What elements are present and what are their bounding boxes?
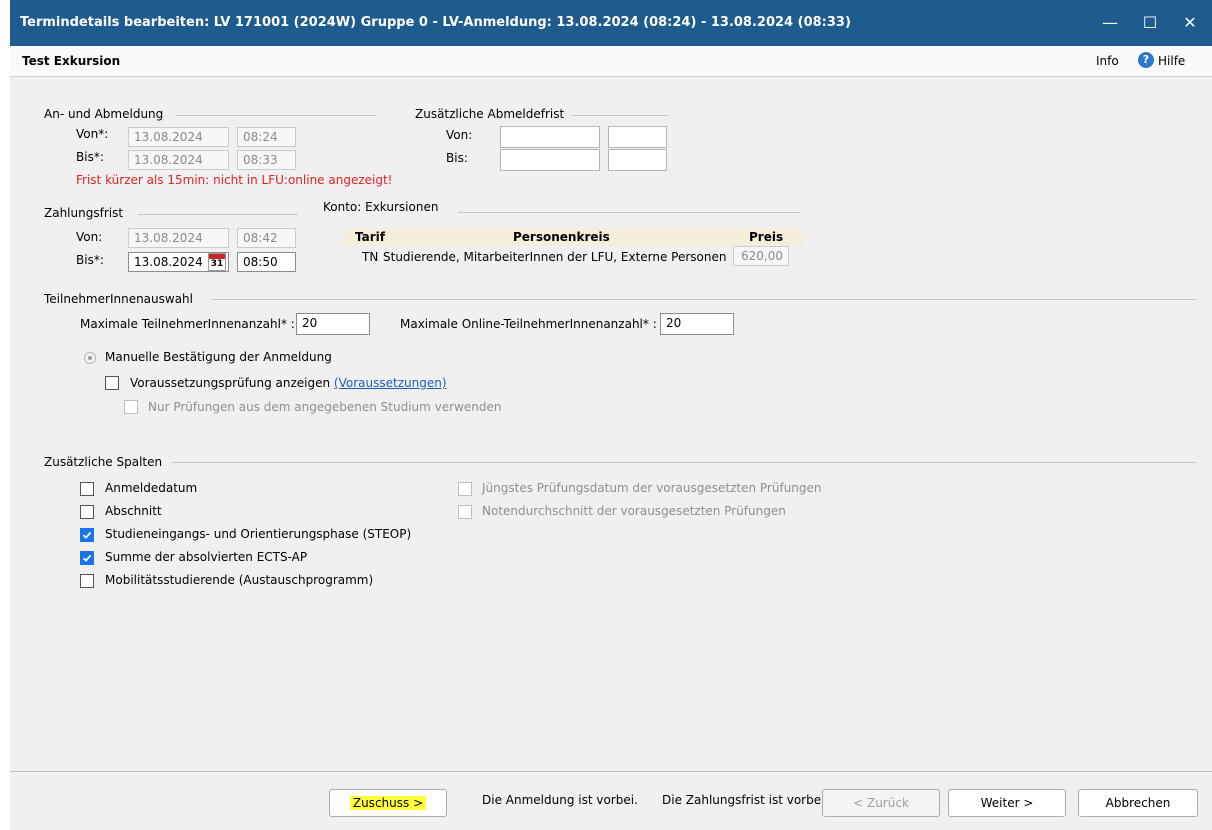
notendurchschnitt-label: Notendurchschnitt der vorausgesetzten Pr… [482, 504, 786, 518]
abmeldefrist-bis-date[interactable] [500, 149, 600, 171]
anmeldedatum-checkbox[interactable] [80, 482, 94, 496]
notendurchschnitt-checkbox[interactable] [458, 505, 472, 519]
zuschuss-button-label: Zuschuss > [349, 796, 427, 810]
konto-group-line [458, 212, 800, 213]
vorauss-label: Voraussetzungsprüfung anzeigen (Vorausse… [130, 376, 447, 390]
abmeldefrist-von-date[interactable] [500, 126, 600, 148]
steop-label: Studieneingangs- und Orientierungsphase … [105, 527, 412, 541]
nur-pruefungen-checkbox[interactable] [124, 400, 138, 414]
anmeldung-bis-label: Bis*: [76, 150, 104, 164]
anmeldung-group-line [176, 115, 376, 116]
anmeldung-bis-time[interactable]: 08:33 [237, 150, 296, 170]
personenkreis-col-header: Personenkreis [513, 230, 610, 244]
preis-col-header: Preis [749, 230, 784, 244]
manual-confirmation-radio[interactable] [84, 352, 96, 364]
zahlung-status: Die Zahlungsfrist ist vorbei. [662, 793, 829, 807]
konto-label: Konto: Exkursionen [323, 200, 439, 214]
tarif-row-tarif: TN [362, 250, 379, 264]
ects-label: Summe der absolvierten ECTS-AP [105, 550, 308, 564]
dialog-header: Test Exkursion Info ? Hilfe [10, 46, 1212, 77]
tarif-table: Tarif Personenkreis Preis TN Studierende… [343, 228, 803, 270]
anmeldung-group-label: An- und Abmeldung [44, 107, 164, 121]
steop-checkbox[interactable] [80, 528, 94, 542]
tarif-col-header: Tarif [355, 230, 385, 244]
mobilitaet-checkbox[interactable] [80, 574, 94, 588]
mobilitaet-label: Mobilitätsstudierende (Austauschprogramm… [105, 573, 374, 587]
abschnitt-checkbox[interactable] [80, 505, 94, 519]
anmeldung-status: Die Anmeldung ist vorbei. [482, 793, 638, 807]
juengstes-pruefungsdatum-checkbox[interactable] [458, 482, 472, 496]
zahlungsfrist-von-label: Von: [76, 230, 103, 244]
zahlungsfrist-bis-time[interactable]: 08:50 [237, 252, 296, 272]
anmeldung-von-label: Von*: [76, 127, 109, 141]
abmeldefrist-bis-label: Bis: [446, 151, 468, 165]
voraussetzungen-link[interactable]: (Voraussetzungen) [334, 376, 447, 390]
spalten-group-label: Zusätzliche Spalten [44, 455, 163, 469]
vorauss-text: Voraussetzungsprüfung anzeigen [130, 376, 331, 390]
zahlungsfrist-bis-label: Bis*: [76, 253, 104, 267]
abschnitt-label: Abschnitt [105, 504, 162, 518]
help-icon[interactable]: ? [1138, 52, 1154, 68]
help-link[interactable]: Hilfe [1158, 54, 1185, 68]
juengstes-pruefungsdatum-label: Jüngstes Prüfungsdatum der vorausgesetzt… [482, 481, 822, 495]
teilnehmer-group-line [212, 299, 1196, 300]
zahlungsfrist-group-line [138, 214, 298, 215]
abmeldefrist-group-label: Zusätzliche Abmeldefrist [415, 107, 565, 121]
close-button[interactable]: ✕ [1174, 8, 1206, 38]
tarif-row-personenkreis: Studierende, MitarbeiterInnen der LFU, E… [383, 250, 727, 264]
vorauss-checkbox[interactable] [105, 376, 119, 390]
minimize-button[interactable]: — [1094, 8, 1126, 38]
abmeldefrist-von-label: Von: [446, 128, 473, 142]
tarif-row-preis[interactable]: 620,00 [733, 246, 789, 266]
nur-pruefungen-label: Nur Prüfungen aus dem angegebenen Studiu… [148, 400, 502, 414]
max-online-teilnehmer-input[interactable]: 20 [660, 313, 734, 335]
manual-confirmation-label: Manuelle Bestätigung der Anmeldung [105, 350, 332, 364]
teilnehmer-group-label: TeilnehmerInnenauswahl [44, 292, 193, 306]
max-teilnehmer-label: Maximale TeilnehmerInnenanzahl* : [80, 317, 295, 331]
dialog-title: Test Exkursion [22, 54, 121, 68]
zahlungsfrist-von-date[interactable]: 13.08.2024 [128, 228, 229, 248]
abmeldefrist-bis-time[interactable] [608, 149, 667, 171]
abmeldefrist-von-time[interactable] [608, 126, 667, 148]
zuschuss-button[interactable]: Zuschuss > [329, 789, 447, 817]
info-link[interactable]: Info [1096, 54, 1119, 68]
max-teilnehmer-input[interactable]: 20 [296, 313, 370, 335]
calendar-icon[interactable]: 31 [208, 253, 226, 271]
ects-checkbox[interactable] [80, 551, 94, 565]
zurueck-button[interactable]: < Zurück [822, 789, 940, 817]
spalten-group-line [172, 462, 1196, 463]
anmeldung-bis-date[interactable]: 13.08.2024 [128, 150, 229, 170]
zahlungsfrist-group-label: Zahlungsfrist [44, 206, 124, 220]
weiter-button[interactable]: Weiter > [948, 789, 1066, 817]
maximize-button[interactable]: ☐ [1134, 8, 1166, 38]
anmeldedatum-label: Anmeldedatum [105, 481, 198, 495]
anmeldung-warning: Frist kürzer als 15min: nicht in LFU:onl… [76, 173, 393, 187]
abmeldefrist-group-line [572, 115, 668, 116]
anmeldung-von-time[interactable]: 08:24 [237, 127, 296, 147]
max-online-teilnehmer-label: Maximale Online-TeilnehmerInnenanzahl* : [400, 317, 657, 331]
anmeldung-von-date[interactable]: 13.08.2024 [128, 127, 229, 147]
zahlungsfrist-von-time[interactable]: 08:42 [237, 228, 296, 248]
abbrechen-button[interactable]: Abbrechen [1078, 789, 1198, 817]
dialog-footer: Zuschuss > Die Anmeldung ist vorbei. Die… [10, 771, 1212, 830]
window-titlebar: Termindetails bearbeiten: LV 171001 (202… [10, 0, 1212, 46]
window-title: Termindetails bearbeiten: LV 171001 (202… [20, 15, 851, 30]
